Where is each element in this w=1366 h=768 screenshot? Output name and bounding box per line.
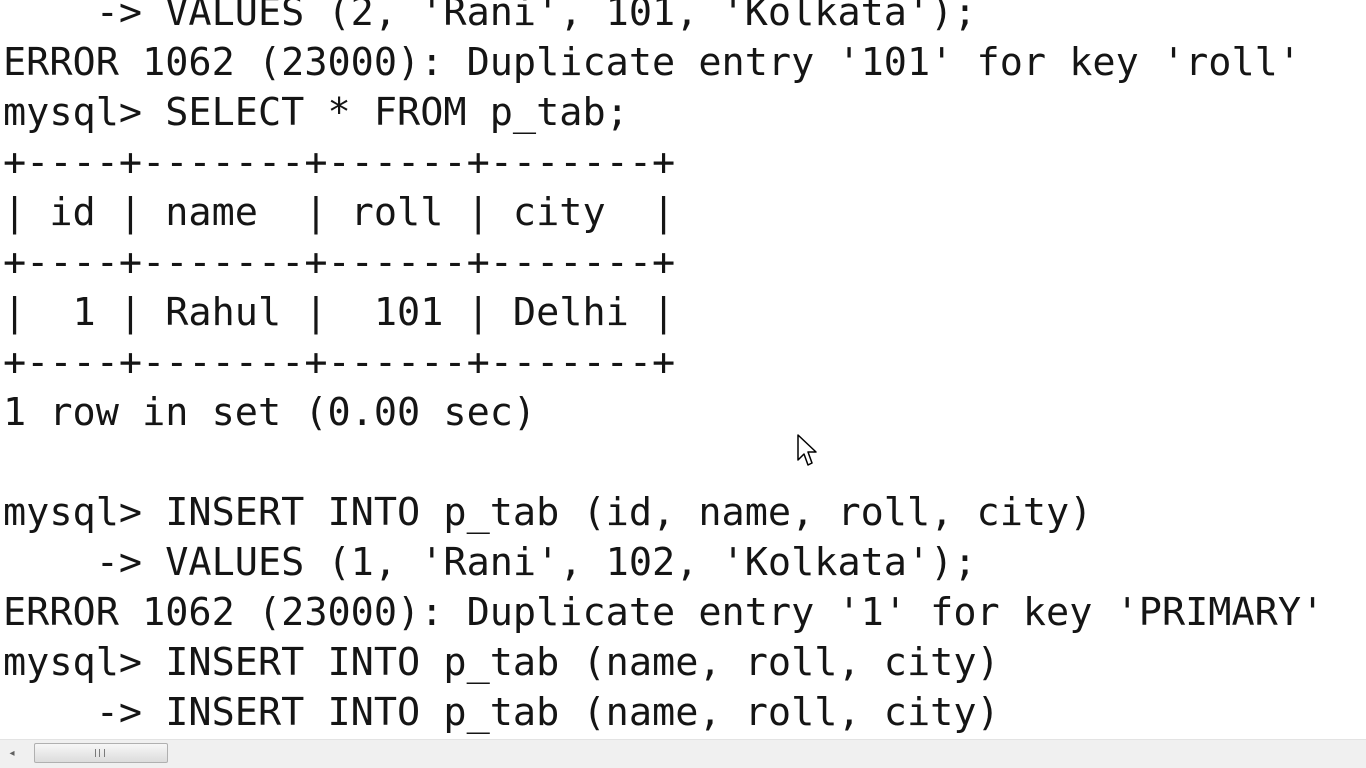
mouse-pointer-icon bbox=[797, 434, 817, 466]
chevron-left-icon[interactable]: ◂ bbox=[4, 746, 20, 762]
terminal-line: +----+-------+------+-------+ bbox=[3, 240, 676, 285]
terminal-output[interactable]: -> VALUES (2, 'Rani', 101, 'Kolkata'); E… bbox=[0, 0, 1366, 740]
terminal-line: +----+-------+------+-------+ bbox=[3, 340, 676, 385]
terminal-line: mysql> SELECT * FROM p_tab; bbox=[3, 90, 629, 135]
terminal-window: -> VALUES (2, 'Rani', 101, 'Kolkata'); E… bbox=[0, 0, 1366, 768]
grip-icon bbox=[95, 749, 105, 757]
terminal-line: -> VALUES (1, 'Rani', 102, 'Kolkata'); bbox=[3, 540, 977, 585]
terminal-line: | id | name | roll | city | bbox=[3, 190, 676, 235]
terminal-line: mysql> INSERT INTO p_tab (name, roll, ci… bbox=[3, 640, 1000, 685]
terminal-line: -> VALUES (2, 'Rani', 101, 'Kolkata'); bbox=[3, 0, 977, 35]
terminal-line: | 1 | Rahul | 101 | Delhi | bbox=[3, 290, 676, 335]
terminal-line: 1 row in set (0.00 sec) bbox=[3, 390, 537, 435]
terminal-line: -> INSERT INTO p_tab (name, roll, city) bbox=[3, 690, 1000, 735]
terminal-line: ERROR 1062 (23000): Duplicate entry '1' … bbox=[3, 590, 1325, 635]
scrollbar-thumb[interactable] bbox=[34, 743, 168, 763]
horizontal-scrollbar[interactable]: ◂ bbox=[0, 739, 1366, 768]
terminal-line: ERROR 1062 (23000): Duplicate entry '101… bbox=[3, 40, 1302, 85]
terminal-line: mysql> INSERT INTO p_tab (id, name, roll… bbox=[3, 490, 1093, 535]
terminal-line: +----+-------+------+-------+ bbox=[3, 140, 676, 185]
